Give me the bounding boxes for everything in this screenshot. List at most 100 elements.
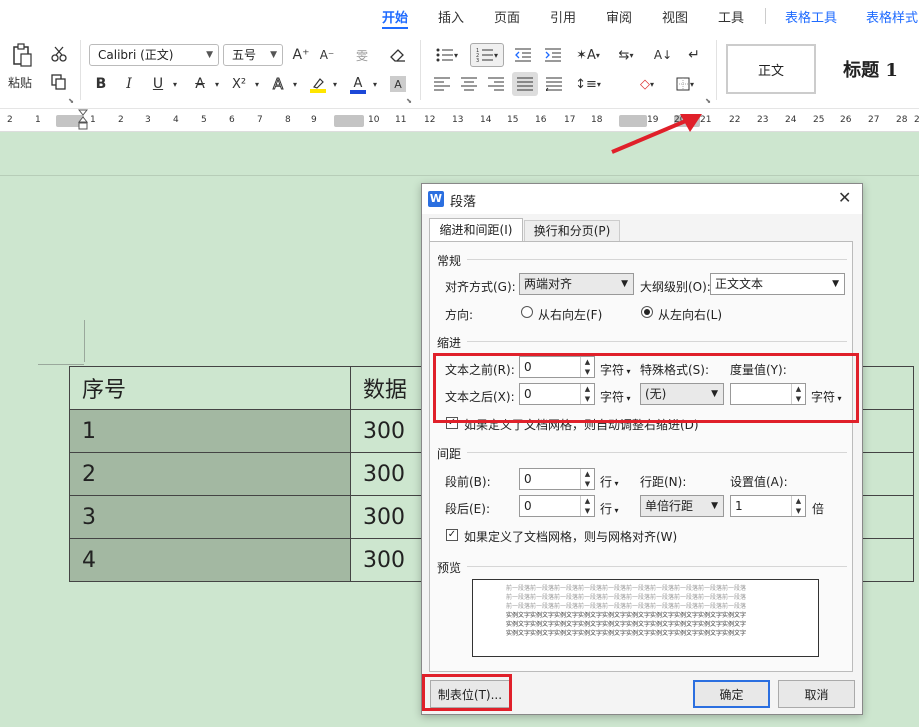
line-spacing-icon[interactable]: ↕≡ ▾ <box>572 74 604 94</box>
bullet-list-icon[interactable]: ▾ <box>432 45 462 65</box>
outline-level-select[interactable]: 正文文本 ▼ <box>710 273 845 295</box>
dialog-titlebar[interactable]: W 段落 ✕ <box>422 184 862 214</box>
show-marks-icon[interactable]: ↵ <box>683 45 705 65</box>
paragraph-dialog-launcher-icon[interactable]: ⬊ <box>703 96 713 106</box>
align-left-icon[interactable] <box>432 74 452 94</box>
underline-button[interactable]: U <box>148 75 168 93</box>
indent-marker-icon[interactable] <box>77 109 89 133</box>
chevron-down-icon[interactable]: ▾ <box>212 75 222 93</box>
chevron-down-icon[interactable]: ▾ <box>370 75 380 93</box>
font-dialog-launcher-icon[interactable]: ⬊ <box>404 96 414 106</box>
rtl-label[interactable]: 从右向左(F) <box>538 306 602 323</box>
align-right-icon[interactable] <box>486 74 506 94</box>
section-indent: 缩进 <box>437 336 462 350</box>
table-cell[interactable]: 4 <box>69 538 351 582</box>
setting-input[interactable]: 1 ▲ ▼ <box>730 495 806 517</box>
outline-label: 大纲级别(O): <box>640 280 711 294</box>
paragraph-preview: 前一段落前一段落前一段落前一段落前一段落前一段落前一段落前一段落前一段落前一段落… <box>472 579 819 657</box>
chevron-down-icon[interactable]: ▾ <box>330 75 340 93</box>
phonetic-guide-icon[interactable]: 雯 <box>348 45 376 65</box>
chevron-down-icon[interactable]: ▾ <box>170 75 180 93</box>
ruler-number: 14 <box>480 115 492 125</box>
shading-icon[interactable]: ◇ ▾ <box>632 74 662 94</box>
space-after-unit[interactable]: 行 ▾ <box>600 500 619 517</box>
space-after-input[interactable]: 0 ▲ ▼ <box>519 495 595 517</box>
char-shading-icon[interactable]: A <box>390 76 406 92</box>
tab-line-page-break[interactable]: 换行和分页(P) <box>524 220 620 242</box>
tab-review[interactable]: 审阅 <box>606 7 632 26</box>
launcher-icon[interactable]: ⬊ <box>66 96 76 106</box>
font-color-icon[interactable]: A <box>348 75 368 95</box>
section-preview: 预览 <box>437 561 462 575</box>
style-normal[interactable]: 正文 <box>726 44 816 94</box>
table-cell[interactable]: 3 <box>69 495 351 539</box>
spin-buttons[interactable]: ▲ ▼ <box>791 496 805 516</box>
borders-icon[interactable]: ▾ <box>670 74 700 94</box>
sort-icon[interactable]: A↓ <box>652 45 674 65</box>
ok-button[interactable]: 确定 <box>693 680 770 708</box>
highlight-icon[interactable] <box>308 75 328 95</box>
copy-icon[interactable] <box>48 72 70 92</box>
increase-indent-icon[interactable] <box>543 45 563 65</box>
decrease-indent-icon[interactable] <box>513 45 533 65</box>
line-spacing-select[interactable]: 单倍行距 ▼ <box>640 495 724 517</box>
tab-insert[interactable]: 插入 <box>438 7 464 26</box>
spin-buttons[interactable]: ▲ ▼ <box>580 496 594 516</box>
horizontal-ruler[interactable]: 2 1 1 2 3 4 5 6 7 8 9 10 11 12 13 14 15 16 17 18 19 20 21 22 23 2… <box>0 108 919 132</box>
align-center-icon[interactable] <box>459 74 479 94</box>
align-select[interactable]: 两端对齐 ▼ <box>519 273 634 295</box>
preview-sample-line: 实例文字实例文字实例文字实例文字实例文字实例文字实例文字实例文字实例文字实例文字 <box>506 630 747 637</box>
tab-view[interactable]: 视图 <box>662 7 688 26</box>
distribute-icon[interactable] <box>544 74 564 94</box>
preview-prev-line: 前一段落前一段落前一段落前一段落前一段落前一段落前一段落前一段落前一段落前一段落 <box>506 594 747 601</box>
paste-icon[interactable] <box>8 42 36 68</box>
text-effect-icon[interactable]: A <box>268 75 288 94</box>
ruler-number: 6 <box>229 115 235 125</box>
ruler-number: 29 <box>914 115 919 125</box>
font-size-combo[interactable]: 五号 ▼ <box>223 44 283 66</box>
tab-page[interactable]: 页面 <box>494 7 520 26</box>
clear-format-icon[interactable] <box>388 45 408 65</box>
table-cell[interactable]: 1 <box>69 409 351 453</box>
superscript-button[interactable]: X² <box>228 75 250 93</box>
cut-icon[interactable] <box>48 44 70 64</box>
shrink-font-icon[interactable]: A⁻ <box>317 45 337 65</box>
section-spacing: 间距 <box>437 447 462 461</box>
ruler-number: 22 <box>729 115 741 125</box>
snap-grid-label[interactable]: 如果定义了文档网格，则与网格对齐(W) <box>464 528 677 545</box>
table-cell[interactable]: 2 <box>69 452 351 496</box>
text-direction-icon[interactable]: ✶A ▾ <box>572 45 604 65</box>
tab-tools[interactable]: 工具 <box>718 7 744 26</box>
paste-label[interactable]: 粘贴 <box>5 74 35 90</box>
mixed-layout-icon[interactable]: ⇆ ▾ <box>612 45 640 65</box>
strikethrough-button[interactable]: A <box>190 75 210 93</box>
space-before-input[interactable]: 0 ▲ ▼ <box>519 468 595 490</box>
ltr-radio[interactable] <box>641 306 653 318</box>
style-heading1[interactable]: 标题 1 <box>822 44 919 94</box>
tab-references[interactable]: 引用 <box>550 7 576 26</box>
space-before-unit[interactable]: 行 ▾ <box>600 473 619 490</box>
rtl-radio[interactable] <box>521 306 533 318</box>
bold-button[interactable]: B <box>92 75 110 93</box>
font-name-combo[interactable]: Calibri (正文) ▼ <box>89 44 219 66</box>
chevron-down-icon: ▼ <box>206 50 213 60</box>
tab-indent-spacing[interactable]: 缩进和间距(I) <box>429 218 523 242</box>
tab-home[interactable]: 开始 <box>382 7 408 26</box>
spin-buttons[interactable]: ▲ ▼ <box>580 469 594 489</box>
chevron-down-icon[interactable]: ▾ <box>252 75 262 93</box>
numbered-list-icon[interactable]: 1 2 3 ▾ <box>470 43 504 67</box>
tab-table-tools[interactable]: 表格工具 <box>785 7 837 26</box>
snap-grid-checkbox[interactable]: ✓ <box>446 529 458 541</box>
ruler-number: 17 <box>564 115 576 125</box>
table-header-cell[interactable]: 序号 <box>69 366 351 410</box>
ruler-cell-marker[interactable] <box>334 115 364 127</box>
ltr-label[interactable]: 从左向右(L) <box>658 306 722 323</box>
justify-icon[interactable] <box>512 72 538 96</box>
cancel-button[interactable]: 取消 <box>778 680 855 708</box>
tab-table-style[interactable]: 表格样式 <box>866 7 918 26</box>
grow-font-icon[interactable]: A⁺ <box>291 45 311 65</box>
italic-button[interactable]: I <box>120 75 138 93</box>
group-divider <box>716 40 717 100</box>
close-icon[interactable]: ✕ <box>838 188 851 207</box>
chevron-down-icon[interactable]: ▾ <box>290 75 300 93</box>
